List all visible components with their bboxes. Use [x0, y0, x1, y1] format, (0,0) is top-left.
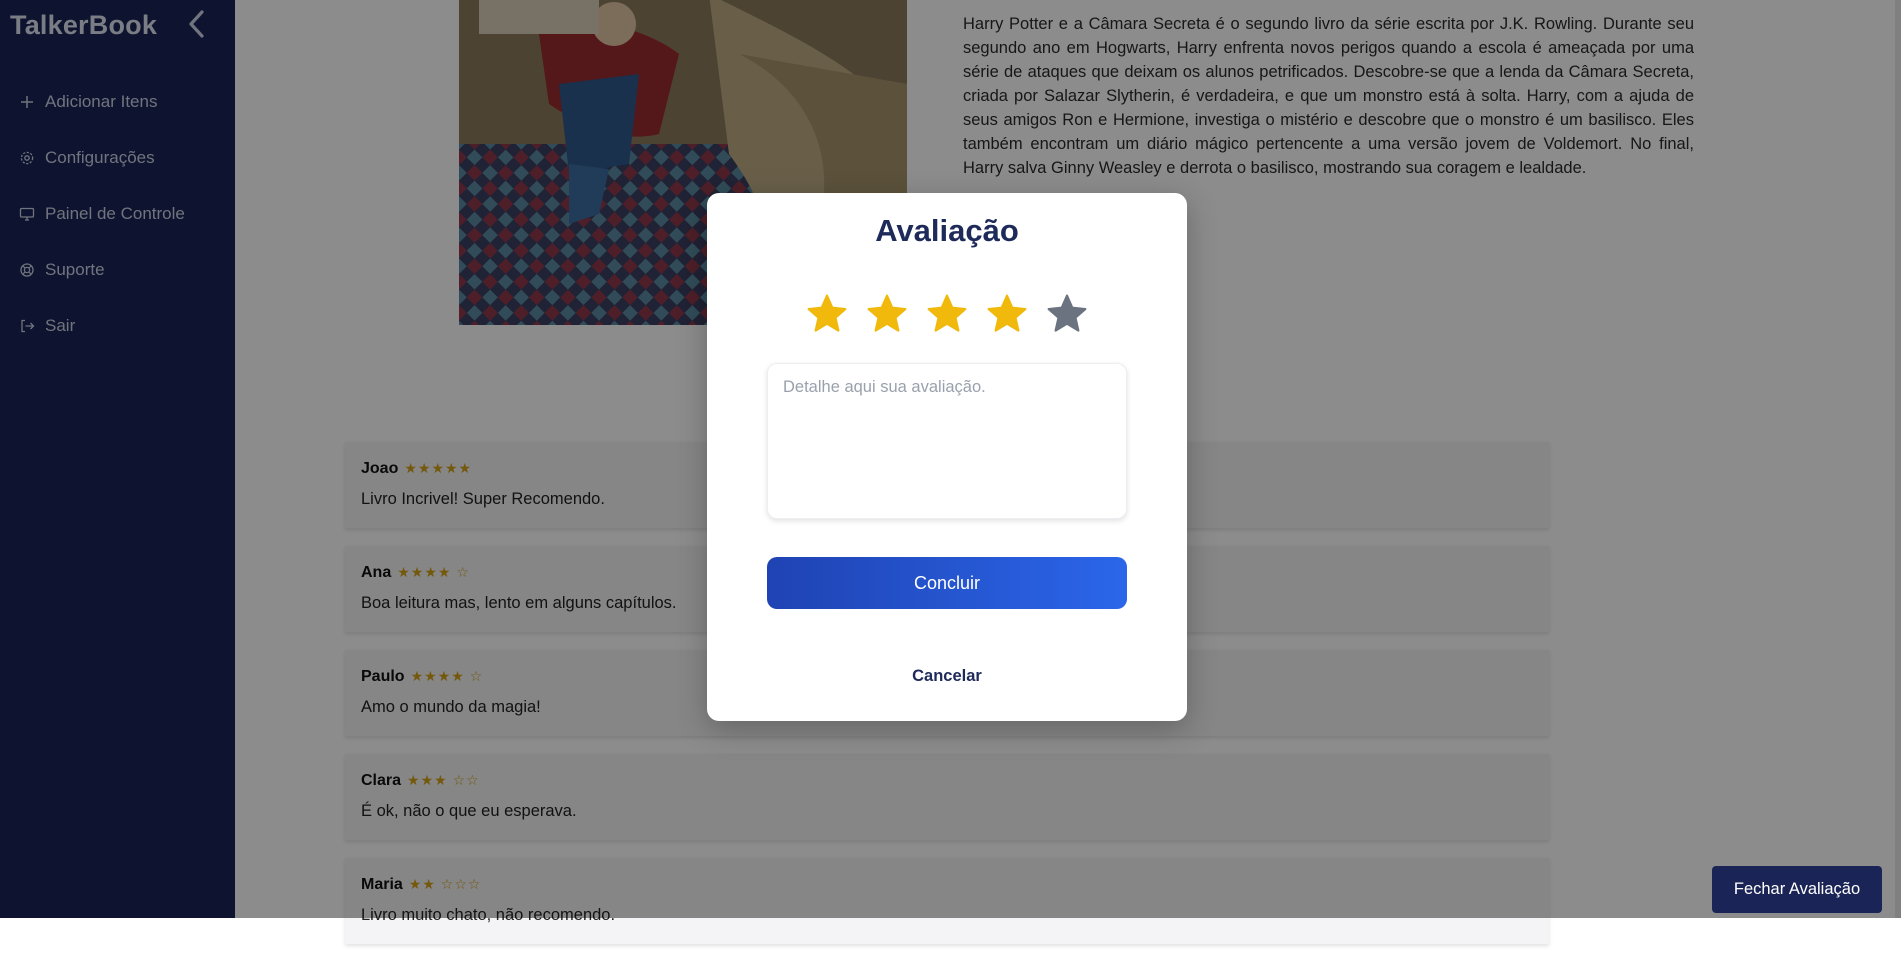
cancelar-button[interactable]: Cancelar	[707, 667, 1187, 686]
rating-modal: Avaliação Concluir Cancelar	[707, 193, 1187, 721]
star-empty-icon[interactable]	[1045, 292, 1089, 336]
review-textarea[interactable]	[767, 363, 1127, 519]
fechar-avaliacao-button[interactable]: Fechar Avaliação	[1712, 866, 1882, 913]
star-filled-icon[interactable]	[805, 292, 849, 336]
star-filled-icon[interactable]	[985, 292, 1029, 336]
concluir-button[interactable]: Concluir	[767, 557, 1127, 609]
star-filled-icon[interactable]	[865, 292, 909, 336]
star-filled-icon[interactable]	[925, 292, 969, 336]
star-rating	[707, 292, 1187, 336]
modal-title: Avaliação	[875, 213, 1019, 248]
